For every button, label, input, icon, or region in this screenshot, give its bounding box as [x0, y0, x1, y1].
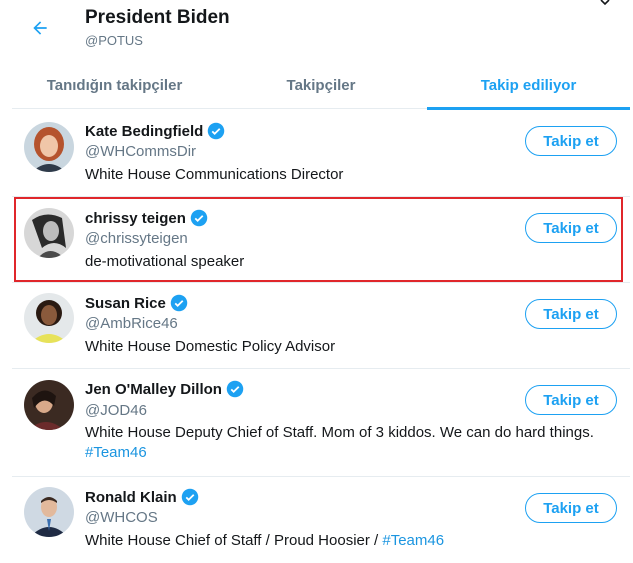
- tab-label: Takip ediliyor: [480, 77, 577, 94]
- jen-omalley-dillon-avatar: [24, 380, 74, 430]
- verified-badge-icon: [207, 122, 225, 140]
- profile-header: President Biden @POTUS: [0, 0, 633, 60]
- verified-badge-icon: [170, 294, 188, 312]
- follow-button[interactable]: Takip et: [525, 385, 617, 415]
- user-handle[interactable]: @WHCOS: [85, 509, 158, 526]
- follow-button[interactable]: Takip et: [525, 126, 617, 156]
- hashtag-link[interactable]: #Team46: [85, 444, 147, 461]
- user-bio: White House Communications Director: [85, 166, 344, 183]
- follow-button[interactable]: Takip et: [525, 299, 617, 329]
- name-line: Kate Bedingfield: [85, 122, 225, 140]
- user-row[interactable]: Jen O'Malley Dillon @JOD46 White House D…: [12, 369, 630, 477]
- following-list: Kate Bedingfield @WHCommsDir White House…: [12, 110, 630, 563]
- verified-badge-icon: [190, 209, 208, 227]
- user-name[interactable]: chrissy teigen: [85, 210, 186, 227]
- user-row[interactable]: Ronald Klain @WHCOS White House Chief of…: [12, 477, 630, 563]
- user-bio: White House Deputy Chief of Staff. Mom o…: [85, 423, 620, 463]
- tab-followers-you-know[interactable]: Tanıdığın takipçiler: [12, 62, 217, 109]
- follow-tabs: Tanıdığın takipçiler Takipçiler Takip ed…: [12, 62, 630, 110]
- user-handle[interactable]: @AmbRice46: [85, 315, 178, 332]
- avatar[interactable]: [24, 293, 74, 343]
- user-handle[interactable]: @WHCommsDir: [85, 143, 196, 160]
- hashtag-link[interactable]: #Team46: [382, 532, 444, 549]
- user-bio: White House Domestic Policy Advisor: [85, 338, 336, 355]
- user-handle[interactable]: @chrissyteigen: [85, 230, 188, 247]
- ronald-klain-avatar: [24, 487, 74, 537]
- susan-rice-avatar: [24, 293, 74, 343]
- avatar[interactable]: [24, 380, 74, 430]
- avatar[interactable]: [24, 208, 74, 258]
- tab-label: Takipçiler: [286, 77, 356, 94]
- name-line: Susan Rice: [85, 294, 188, 312]
- back-button[interactable]: [24, 12, 56, 44]
- verified-badge-icon: [181, 488, 199, 506]
- page-handle: @POTUS: [85, 33, 143, 48]
- avatar[interactable]: [24, 122, 74, 172]
- kate-bedingfield-avatar: [24, 122, 74, 172]
- user-bio: White House Chief of Staff / Proud Hoosi…: [85, 531, 620, 551]
- name-line: Ronald Klain: [85, 488, 199, 506]
- name-line: chrissy teigen: [85, 209, 208, 227]
- tab-followers[interactable]: Takipçiler: [217, 62, 425, 109]
- user-row[interactable]: chrissy teigen @chrissyteigen de-motivat…: [12, 197, 630, 283]
- user-bio: de-motivational speaker: [85, 253, 245, 270]
- tab-following[interactable]: Takip ediliyor: [427, 62, 630, 110]
- user-handle[interactable]: @JOD46: [85, 402, 147, 419]
- back-arrow-icon: [33, 21, 47, 35]
- follow-button[interactable]: Takip et: [525, 493, 617, 523]
- user-row[interactable]: Susan Rice @AmbRice46 White House Domest…: [12, 283, 630, 369]
- verified-badge-icon: [226, 380, 244, 398]
- page-title: President Biden: [85, 7, 230, 28]
- user-name[interactable]: Susan Rice: [85, 295, 166, 312]
- user-name[interactable]: Jen O'Malley Dillon: [85, 381, 222, 398]
- bio-text: White House Chief of Staff / Proud Hoosi…: [85, 532, 383, 549]
- user-row[interactable]: Kate Bedingfield @WHCommsDir White House…: [12, 110, 630, 197]
- name-line: Jen O'Malley Dillon: [85, 380, 244, 398]
- user-name[interactable]: Ronald Klain: [85, 489, 177, 506]
- chrissy-teigen-avatar: [24, 208, 74, 258]
- follow-button[interactable]: Takip et: [525, 213, 617, 243]
- avatar[interactable]: [24, 487, 74, 537]
- chevron-down-icon: [600, 0, 610, 6]
- user-name[interactable]: Kate Bedingfield: [85, 123, 203, 140]
- bio-text: White House Deputy Chief of Staff. Mom o…: [85, 424, 594, 441]
- tab-label: Tanıdığın takipçiler: [46, 77, 183, 94]
